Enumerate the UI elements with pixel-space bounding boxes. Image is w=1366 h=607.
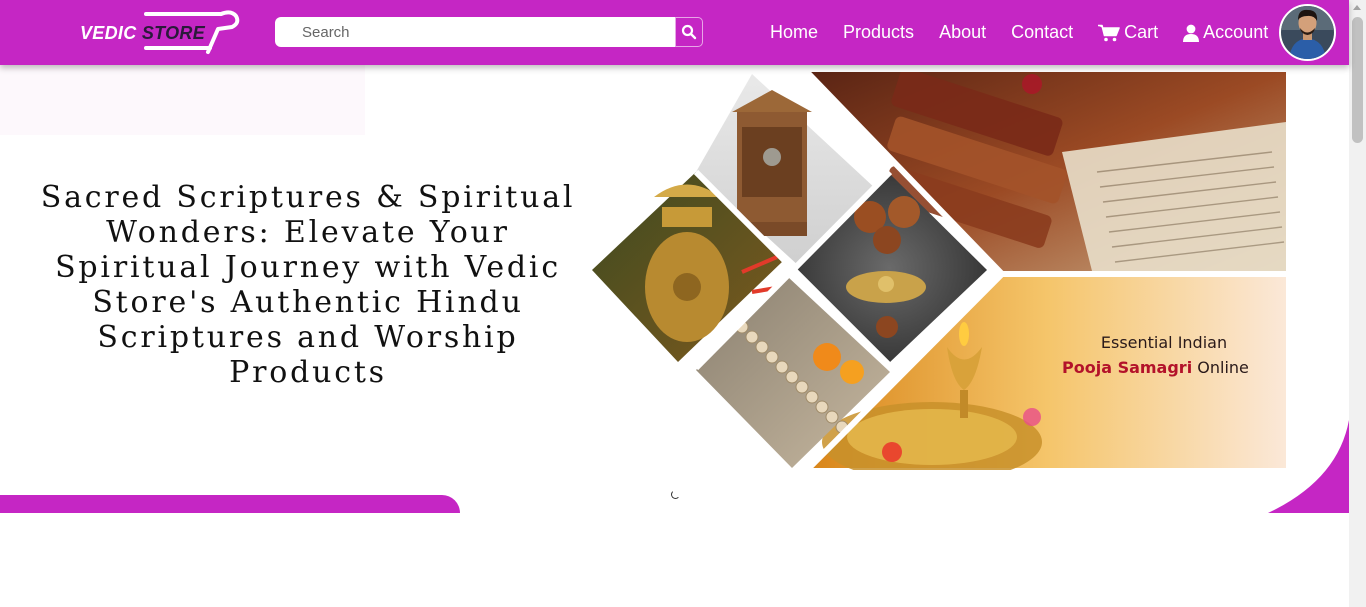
nav-home[interactable]: Home [770,22,818,43]
user-avatar[interactable] [1279,4,1336,61]
hero-bottom-accent-bar [0,495,460,513]
hero-headline: Sacred Scriptures & Spiritual Wonders: E… [40,180,576,390]
nav-cart[interactable]: Cart [1098,22,1158,43]
hero-faded-strip [0,65,365,135]
banner-online: Online [1192,358,1249,377]
nav-about[interactable]: About [939,22,986,43]
scroll-up-arrow-icon[interactable] [1353,5,1361,10]
nav-products[interactable]: Products [843,22,914,43]
nav-products-label: Products [843,22,915,42]
nav-contact-label: Contact [1011,22,1074,42]
top-navbar: VEDIC STORE Home Products About Contact [0,0,1349,65]
nav-about-label: About [939,22,987,42]
cart-icon [1098,24,1120,42]
page-scrollbar[interactable] [1349,0,1366,607]
banner-highlight: Pooja Samagri [1062,358,1193,377]
search-bar [275,17,703,47]
nav-cart-label: Cart [1124,22,1159,42]
logo-text-vedic: VEDIC [80,23,137,43]
nav-account[interactable]: Account [1183,22,1268,43]
nav-links: Home Products About Contact Cart Account [770,0,1293,65]
logo-text-store: STORE [141,23,206,43]
scroll-thumb[interactable] [1352,17,1363,143]
search-input[interactable] [275,17,675,47]
hero-corner-accent [1268,420,1349,513]
nav-home-label: Home [770,22,819,42]
nav-account-label: Account [1203,22,1269,42]
search-icon [681,24,697,40]
banner-line-essential: Essential Indian [1100,333,1228,352]
banner-line-pooja: Pooja Samagri Online [1062,358,1272,377]
search-button[interactable] [675,17,703,47]
vedic-store-logo[interactable]: VEDIC STORE [78,6,243,56]
user-icon [1183,24,1200,42]
loading-spinner-icon [671,490,680,499]
nav-contact[interactable]: Contact [1011,22,1073,43]
hero-collage-image [592,72,1286,470]
